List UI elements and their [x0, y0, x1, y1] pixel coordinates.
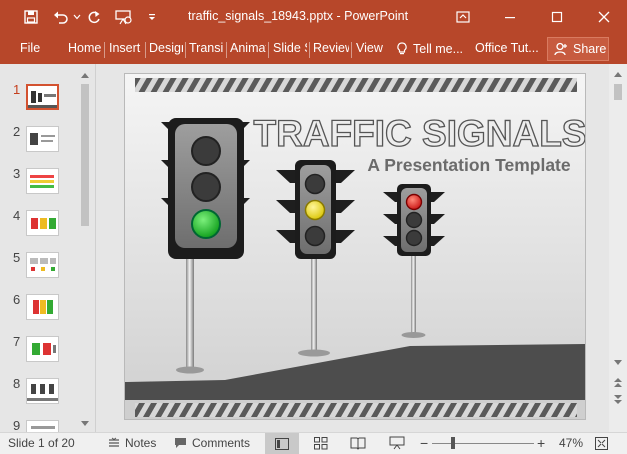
slide-thumbnail-5[interactable] — [26, 252, 59, 278]
undo-icon[interactable] — [50, 6, 72, 28]
status-bar: Slide 1 of 20 Notes Comments − + 47% — [0, 432, 627, 454]
thumbnail-number: 2 — [13, 124, 21, 139]
comment-icon — [175, 438, 186, 448]
slide-counter[interactable]: Slide 1 of 20 — [8, 436, 75, 450]
slide-thumbnail-8[interactable] — [26, 378, 59, 404]
slide-sorter-icon — [314, 437, 328, 450]
notes-label: Notes — [125, 436, 157, 450]
maximize-icon[interactable] — [537, 0, 577, 34]
thumbnail-number: 6 — [13, 292, 21, 307]
ribbon-display-options-icon[interactable] — [443, 0, 483, 34]
traffic-light-small — [383, 184, 445, 338]
reading-view-button[interactable] — [350, 437, 366, 453]
thumbnail-number: 1 — [13, 82, 21, 97]
tab-divider — [145, 42, 146, 58]
tab-divider — [351, 42, 352, 58]
thumbnail-number: 5 — [13, 250, 21, 265]
start-slideshow-icon[interactable] — [112, 6, 136, 28]
slide-thumbnail-7[interactable] — [26, 336, 59, 362]
tab-office-tutorials[interactable]: Office Tut... — [475, 34, 539, 64]
slide-thumbnail-9[interactable] — [26, 420, 59, 432]
slide-subtitle[interactable]: A Presentation Template — [367, 155, 571, 175]
tell-me-label: Tell me... — [413, 42, 464, 56]
ribbon-tabs: File Home Insert Design Transitions Anim… — [0, 34, 627, 64]
slide-thumbnail-4[interactable] — [26, 210, 59, 236]
thumbnail-number: 4 — [13, 208, 21, 223]
tab-divider — [185, 42, 186, 58]
slide-thumbnail-2[interactable] — [26, 126, 59, 152]
tab-transitions[interactable]: Transitions — [189, 34, 223, 64]
zoom-slider-thumb[interactable] — [450, 437, 455, 449]
tab-file[interactable]: File — [20, 34, 46, 64]
slide-thumbnail-6[interactable] — [26, 294, 59, 320]
minimize-icon[interactable] — [490, 0, 530, 34]
slide-thumbnail-pane: 1 2 3 4 5 6 7 8 9 — [0, 64, 96, 433]
thumbnail-number: 7 — [13, 334, 21, 349]
comments-label: Comments — [192, 436, 251, 450]
zoom-in-icon[interactable]: + — [537, 436, 545, 450]
slide-title[interactable]: TRAFFIC SIGNALS — [253, 112, 586, 154]
tab-divider — [309, 42, 310, 58]
hazard-stripe-top — [135, 78, 577, 92]
slide-thumbnail-3[interactable] — [26, 168, 59, 194]
comments-button[interactable]: Comments — [174, 436, 250, 450]
share-button[interactable]: Share — [547, 37, 609, 61]
close-icon[interactable] — [584, 0, 624, 34]
next-slide-icon — [614, 395, 622, 404]
traffic-light-medium — [276, 160, 355, 357]
tab-design[interactable]: Design — [149, 34, 183, 64]
zoom-out-icon[interactable]: − — [420, 436, 428, 450]
thumbnail-number: 9 — [13, 418, 21, 433]
tab-slide-show[interactable]: Slide Show — [273, 34, 307, 64]
tab-divider — [268, 42, 269, 58]
tab-divider — [104, 42, 105, 58]
tell-me-search[interactable]: Tell me... — [396, 34, 466, 64]
previous-slide-icon — [614, 378, 622, 387]
slide-scrollbar[interactable] — [609, 64, 627, 432]
thumbnail-number: 8 — [13, 376, 21, 391]
lightbulb-icon — [397, 42, 407, 55]
slide-show-icon — [389, 436, 405, 450]
tab-home[interactable]: Home — [68, 34, 102, 64]
slide-artwork: TRAFFIC SIGNALS A Presentation Template — [125, 78, 586, 419]
tab-divider — [226, 42, 227, 58]
title-bar: traffic_signals_18943.pptx - PowerPoint — [0, 0, 627, 34]
document-title: traffic_signals_18943.pptx - PowerPoint — [188, 9, 409, 23]
undo-dropdown-icon[interactable] — [72, 6, 82, 28]
tab-review[interactable]: Review — [313, 34, 349, 64]
customize-qat-icon[interactable] — [144, 6, 160, 28]
tab-insert[interactable]: Insert — [109, 34, 143, 64]
notes-icon — [109, 437, 119, 447]
thumbnail-scrollbar[interactable] — [78, 68, 92, 432]
slide-sorter-button[interactable] — [314, 437, 328, 453]
scroll-down-icon — [614, 360, 622, 365]
zoom-slider[interactable] — [432, 443, 534, 444]
thumbnail-number: 3 — [13, 166, 21, 181]
zoom-level[interactable]: 47% — [559, 436, 583, 450]
tab-view[interactable]: View — [356, 34, 386, 64]
fit-to-window-icon — [595, 437, 608, 450]
slide-canvas[interactable]: TRAFFIC SIGNALS A Presentation Template — [124, 73, 586, 420]
normal-view-button[interactable] — [265, 433, 299, 454]
redo-icon[interactable] — [84, 6, 104, 28]
reading-view-icon — [350, 437, 366, 450]
notes-button[interactable]: Notes — [108, 436, 156, 450]
share-label: Share — [573, 42, 607, 56]
hazard-stripe-bottom — [135, 403, 577, 417]
save-icon[interactable] — [20, 6, 42, 28]
scroll-up-icon — [614, 72, 622, 77]
fit-to-window-button[interactable] — [595, 437, 608, 453]
normal-view-icon — [275, 437, 289, 450]
person-icon — [554, 42, 567, 56]
tab-animations[interactable]: Animations — [230, 34, 266, 64]
slide-thumbnail-1[interactable] — [26, 84, 59, 110]
slide-show-button[interactable] — [389, 436, 405, 453]
traffic-light-large — [161, 118, 250, 374]
